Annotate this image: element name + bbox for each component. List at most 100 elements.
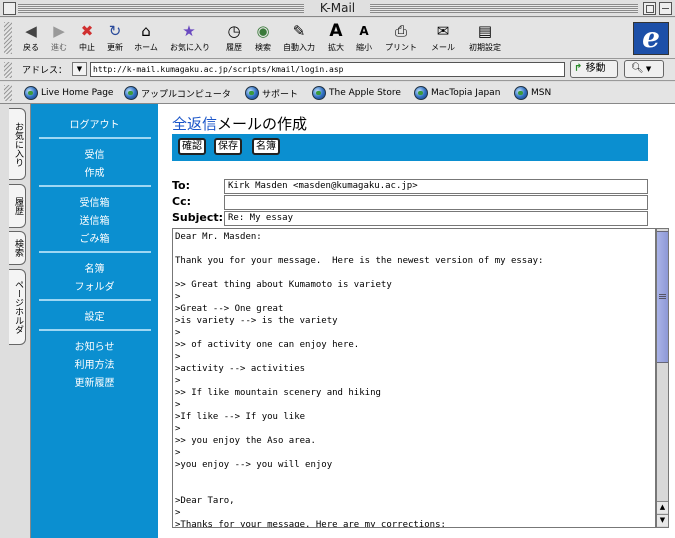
search-button[interactable]: ◉ 検索	[244, 21, 282, 53]
address-input[interactable]: http://k-mail.kumagaku.ac.jp/scripts/kma…	[90, 62, 565, 77]
favorite-label: アップルコンピュータ	[141, 89, 231, 100]
favorite-apple-store[interactable]: The Apple Store	[312, 85, 401, 101]
globe-icon	[245, 86, 259, 100]
favorites-bar: Live Home Page アップルコンピュータ サポート The Apple…	[0, 82, 675, 104]
favorite-label: MacTopia Japan	[431, 88, 501, 98]
sidebar-item-usage[interactable]: 利用方法	[31, 356, 158, 371]
tab-favorites[interactable]: お気に入り	[9, 108, 26, 180]
scroll-down-arrow-icon[interactable]: ▼	[657, 514, 668, 526]
go-button[interactable]: ↱ 移動	[570, 60, 618, 78]
sidebar-item-folders[interactable]: フォルダ	[31, 278, 158, 293]
sidebar-divider	[39, 137, 151, 139]
scrollbar-thumb[interactable]	[657, 231, 668, 363]
autofill-label: 自動入力	[283, 43, 315, 52]
search-icon: ◉	[256, 22, 270, 40]
tab-page-holder[interactable]: ページホルダ	[9, 269, 26, 345]
favorite-msn[interactable]: MSN	[514, 85, 551, 101]
favorite-apple-computer[interactable]: アップルコンピュータ	[124, 85, 231, 101]
text-smaller-icon: A	[359, 24, 369, 38]
body-scrollbar[interactable]: ▲ ▼	[656, 228, 669, 528]
preferences-icon: ▤	[477, 22, 493, 40]
sidebar-divider	[39, 299, 151, 301]
sidebar-item-logout[interactable]: ログアウト	[31, 116, 158, 131]
cc-field[interactable]	[224, 195, 648, 210]
print-label: プリント	[385, 43, 417, 52]
sidebar-item-inbox[interactable]: 受信箱	[31, 194, 158, 209]
globe-icon	[24, 86, 38, 100]
favorites-icon: ★	[182, 22, 196, 40]
subject-field[interactable]: Re: My essay	[224, 211, 648, 226]
favorites-grip[interactable]	[4, 85, 12, 101]
address-grip[interactable]	[4, 62, 12, 78]
sidebar-item-address-book[interactable]: 名簿	[31, 260, 158, 275]
mail-button[interactable]: ✉ メール	[424, 21, 462, 53]
sidebar-item-compose[interactable]: 作成	[31, 164, 158, 179]
browser-toolbar: ◀ 戻る ▶ 進む ✖ 中止 ↻ 更新 ⌂ ホーム ★ お気に入り ◷ 履歴 ◉…	[0, 18, 675, 59]
globe-icon	[414, 86, 428, 100]
home-icon: ⌂	[141, 22, 151, 40]
autofill-button[interactable]: ✎ 自動入力	[280, 21, 318, 53]
text-smaller-button[interactable]: A 縮小	[345, 21, 383, 53]
sidebar-item-settings[interactable]: 設定	[31, 308, 158, 323]
print-button[interactable]: ⎙ プリント	[382, 21, 420, 53]
confirm-button[interactable]: 確認	[178, 138, 206, 155]
sidebar-divider	[39, 251, 151, 253]
sidebar-item-outbox[interactable]: 送信箱	[31, 212, 158, 227]
go-label: 移動	[585, 63, 606, 74]
save-button[interactable]: 保存	[214, 138, 242, 155]
favorite-mactopia-japan[interactable]: MacTopia Japan	[414, 85, 500, 101]
to-label: To:	[172, 179, 190, 192]
to-field[interactable]: Kirk Masden <masden@kumagaku.ac.jp>	[224, 179, 648, 194]
autofill-icon: ✎	[292, 22, 306, 40]
globe-icon	[124, 86, 138, 100]
address-dropdown[interactable]: ▼	[72, 62, 87, 76]
preferences-label: 初期設定	[469, 43, 501, 52]
sidebar-divider	[39, 329, 151, 331]
address-book-button[interactable]: 名簿	[252, 138, 280, 155]
favorite-label: Live Home Page	[41, 88, 114, 98]
sidebar-item-trash[interactable]: ごみ箱	[31, 230, 158, 245]
favorite-live-home-page[interactable]: Live Home Page	[24, 85, 113, 101]
zoom-box[interactable]	[643, 2, 656, 15]
window-title: K-Mail	[319, 1, 356, 15]
chevron-down-icon: ▼	[76, 65, 83, 73]
page-title-highlight: 全返信	[172, 115, 218, 133]
search-label: 検索	[255, 43, 271, 52]
subject-label: Subject:	[172, 211, 224, 224]
globe-icon	[514, 86, 528, 100]
toolbar-grip[interactable]	[4, 22, 12, 54]
message-body-textarea[interactable]: Dear Mr. Masden: Thank you for your mess…	[172, 228, 656, 528]
page-content: ログアウト 受信 作成 受信箱 送信箱 ごみ箱 名簿 フォルダ 設定 お知らせ …	[31, 104, 675, 538]
explorer-bar: お気に入り 履歴 検索 ページホルダ	[0, 104, 31, 538]
collapse-box[interactable]	[659, 2, 672, 15]
compose-action-bar: 確認 保存 名簿	[172, 134, 648, 161]
favorite-label: The Apple Store	[329, 88, 401, 98]
globe-icon	[312, 86, 326, 100]
favorites-button[interactable]: ★ お気に入り	[170, 21, 210, 53]
sidebar-item-notices[interactable]: お知らせ	[31, 338, 158, 353]
kmail-sidebar: ログアウト 受信 作成 受信箱 送信箱 ごみ箱 名簿 フォルダ 設定 お知らせ …	[31, 104, 158, 538]
sidebar-item-update-history[interactable]: 更新履歴	[31, 374, 158, 389]
favorite-label: サポート	[262, 89, 299, 100]
scroll-up-arrow-icon[interactable]: ▲	[657, 501, 668, 513]
sidebar-divider	[39, 185, 151, 187]
favorites-label: お気に入り	[170, 43, 210, 52]
tab-search[interactable]: 検索	[9, 231, 26, 265]
home-button[interactable]: ⌂ ホーム	[127, 21, 165, 53]
address-search-button[interactable]: 🔍︎ ▼	[624, 60, 664, 78]
tab-history[interactable]: 履歴	[9, 184, 26, 228]
cc-label: Cc:	[172, 195, 191, 208]
ie-logo[interactable]: e	[633, 22, 669, 55]
message-body-text: Dear Mr. Masden: Thank you for your mess…	[175, 232, 544, 528]
mail-icon: ✉	[436, 22, 450, 40]
text-smaller-label: 縮小	[356, 43, 372, 52]
favorite-support[interactable]: サポート	[245, 85, 298, 101]
preferences-button[interactable]: ▤ 初期設定	[466, 21, 504, 53]
sidebar-item-receive[interactable]: 受信	[31, 146, 158, 161]
window-title-bar[interactable]: K-Mail	[0, 0, 675, 17]
favorite-label: MSN	[531, 88, 552, 98]
mail-label: メール	[431, 43, 455, 52]
print-icon: ⎙	[394, 22, 407, 40]
magnifier-icon: 🔍︎	[631, 63, 644, 74]
home-label: ホーム	[134, 43, 158, 52]
